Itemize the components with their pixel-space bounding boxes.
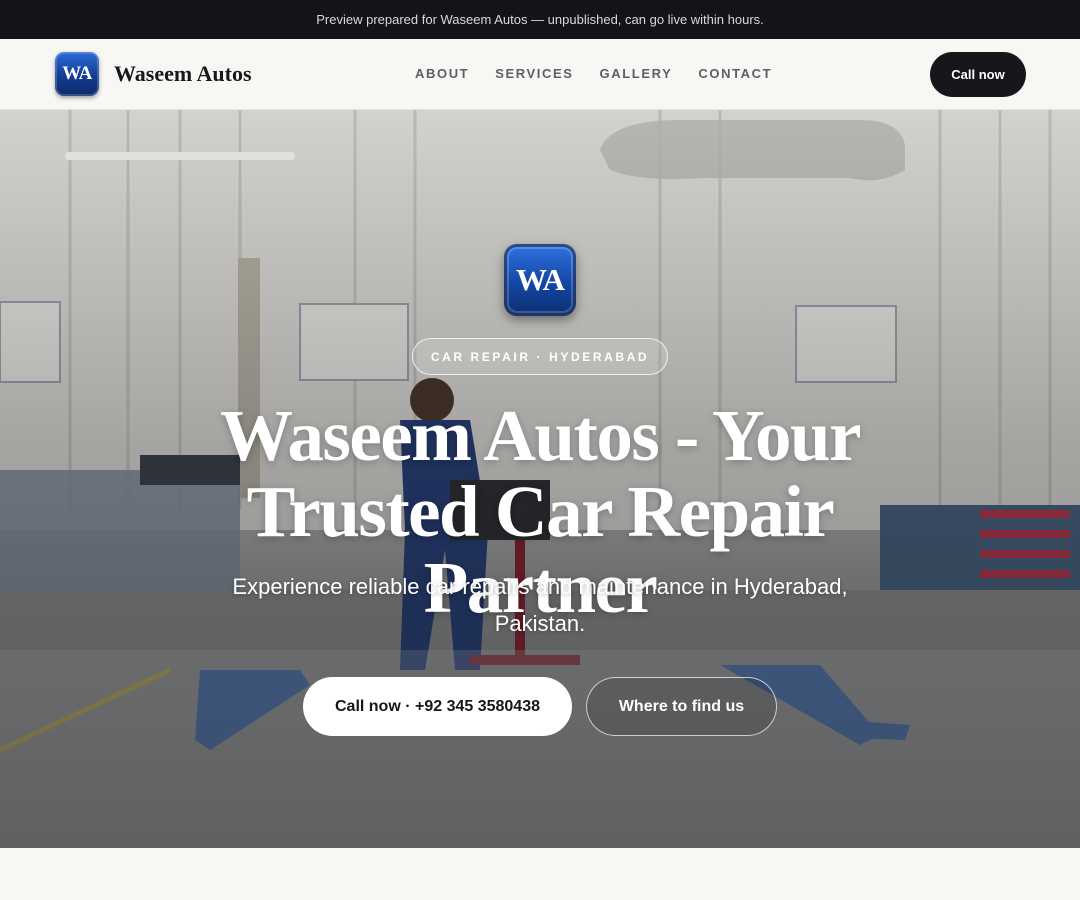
header-call-button[interactable]: Call now [930,52,1026,97]
announcement-text: Preview prepared for Waseem Autos — unpu… [316,12,764,27]
call-now-phone-button[interactable]: Call now · +92 345 3580438 [303,677,572,736]
main-nav: ABOUT SERVICES GALLERY CONTACT [415,66,772,81]
logo-badge[interactable]: WA [55,52,99,96]
next-section [0,848,1080,900]
hero-logo-badge: WA [504,244,576,316]
nav-contact[interactable]: CONTACT [698,66,772,81]
announcement-bar: Preview prepared for Waseem Autos — unpu… [0,0,1080,39]
hero-logo-initials: WA [516,262,565,297]
hero-subtitle: Experience reliable car repairs and main… [232,574,848,636]
nav-about[interactable]: ABOUT [415,66,469,81]
nav-services[interactable]: SERVICES [495,66,573,81]
hero-section: WA CAR REPAIR · HYDERABAD Waseem Autos -… [0,110,1080,848]
find-us-button[interactable]: Where to find us [586,677,777,736]
site-header: WA Waseem Autos ABOUT SERVICES GALLERY C… [0,39,1080,110]
category-tag: CAR REPAIR · HYDERABAD [412,338,668,375]
logo-initials: WA [62,63,92,84]
brand-name[interactable]: Waseem Autos [114,61,252,87]
nav-gallery[interactable]: GALLERY [600,66,673,81]
